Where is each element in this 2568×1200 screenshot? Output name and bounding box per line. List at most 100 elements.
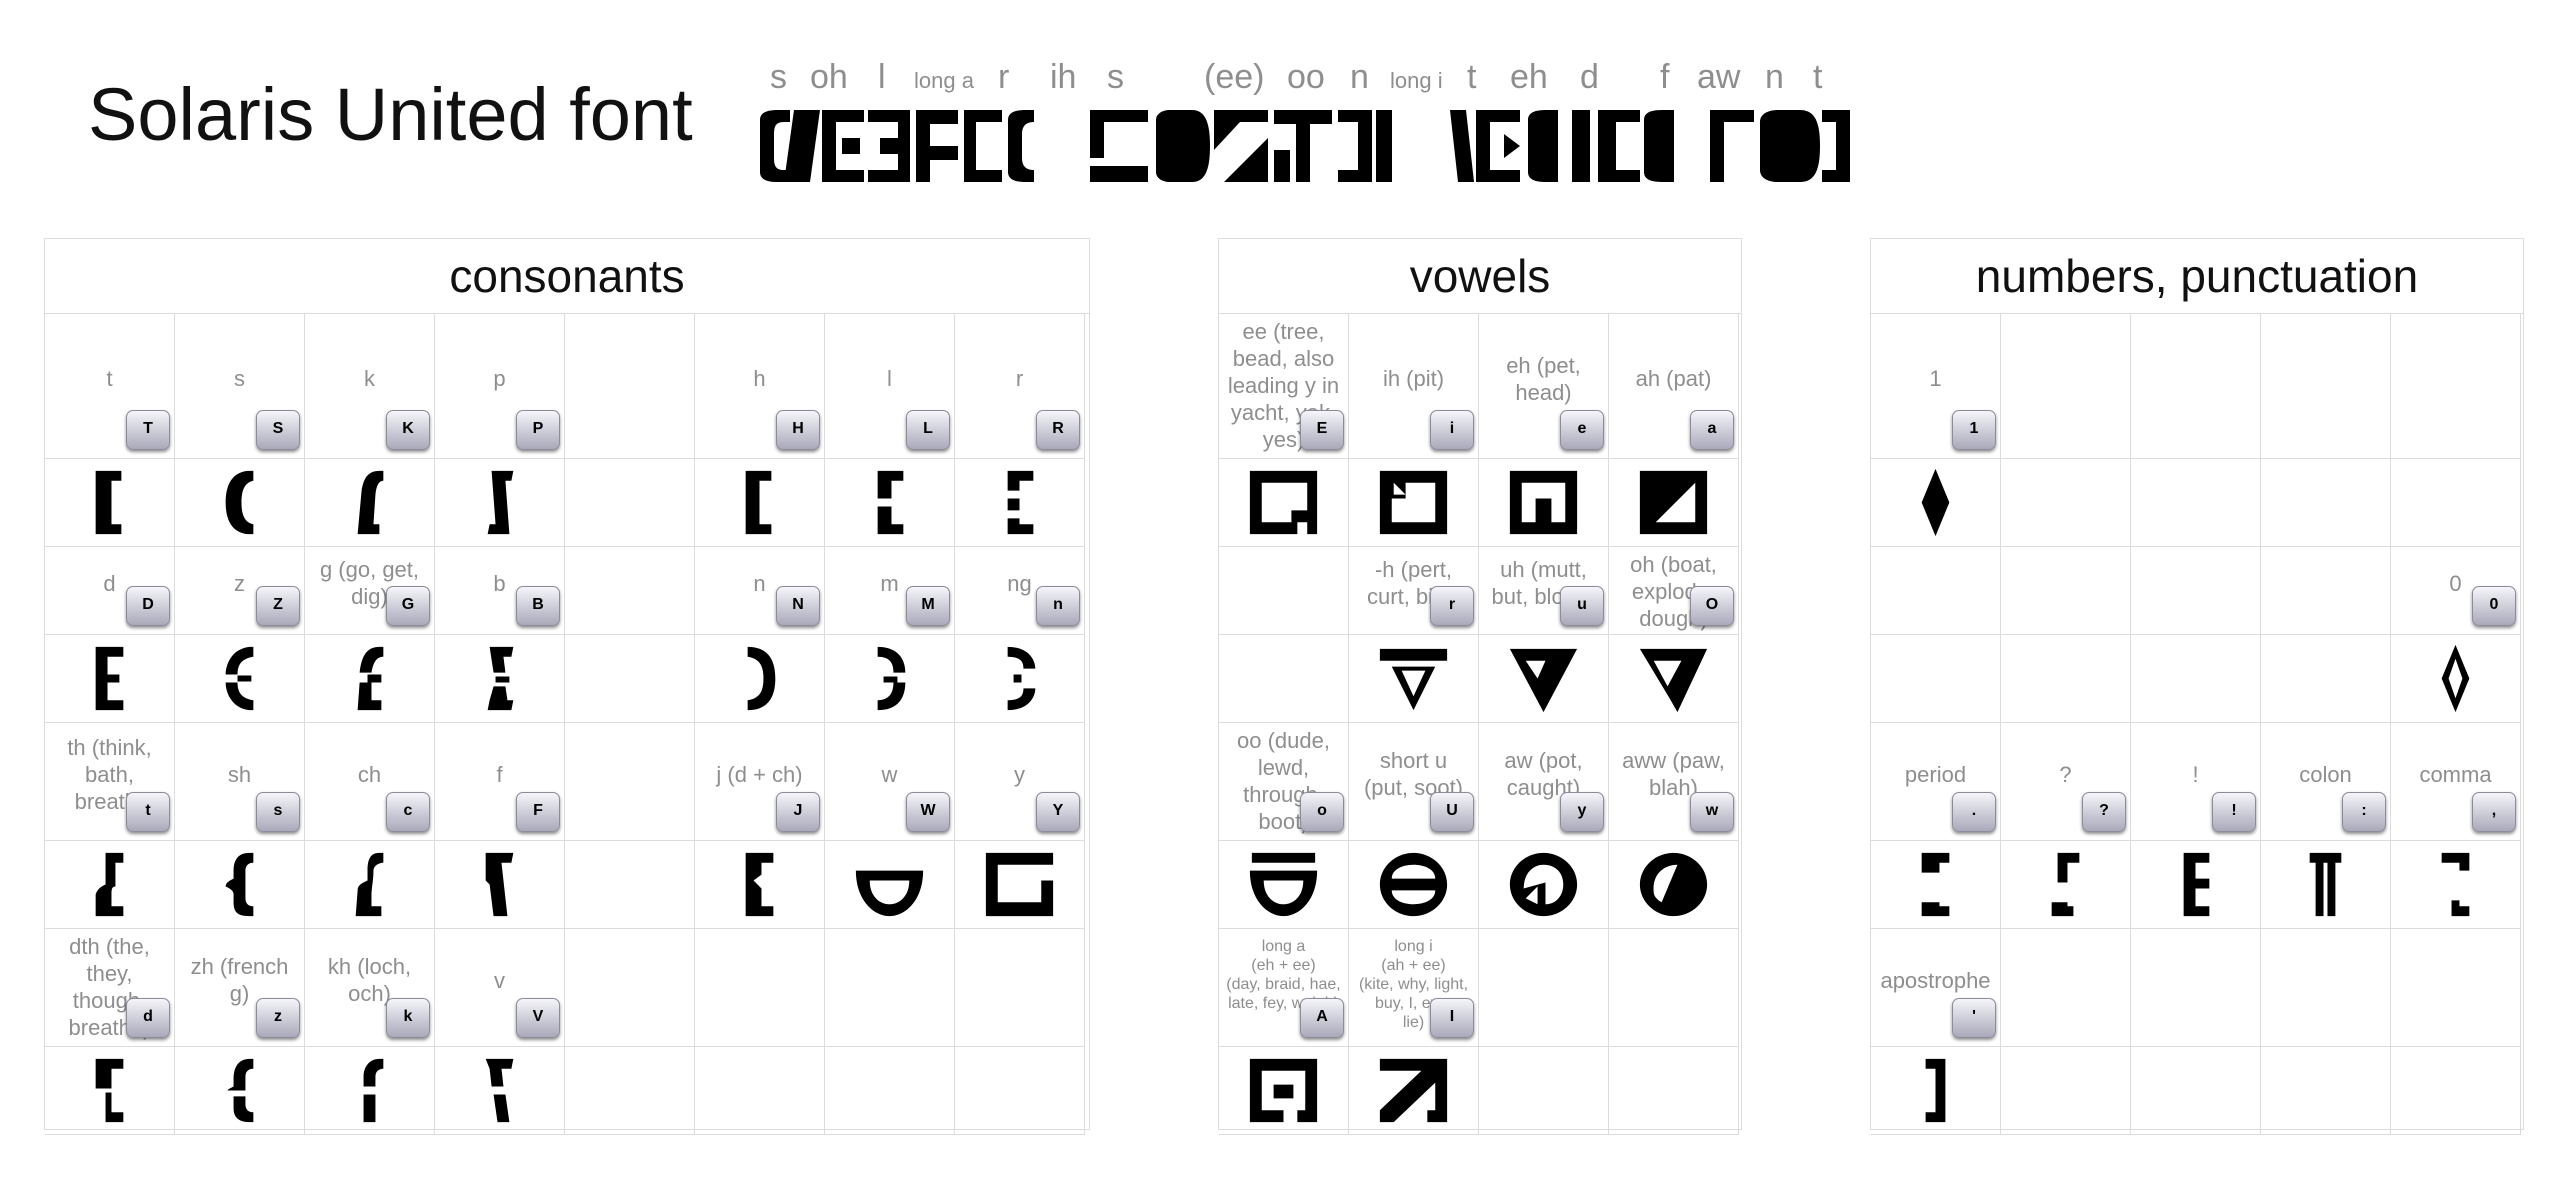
phonetic-label: f bbox=[1660, 58, 1670, 96]
glyph-cell bbox=[1609, 635, 1739, 723]
phonetic-label: ih bbox=[1050, 58, 1077, 96]
keyboard-key-icon: V bbox=[516, 998, 560, 1038]
glyph-v2-icon bbox=[1349, 459, 1478, 546]
glyph-cell bbox=[1219, 841, 1349, 929]
keyboard-key-icon: : bbox=[2342, 792, 2386, 832]
label-cell: ?? bbox=[2001, 723, 2131, 841]
keyboard-key-icon: E bbox=[1300, 410, 1344, 450]
glyph-y1-icon bbox=[1219, 1047, 1348, 1134]
panel-title: numbers, punctuation bbox=[1871, 239, 2523, 314]
label-cell: kK bbox=[305, 314, 435, 459]
phonetic-label: t bbox=[1467, 58, 1477, 96]
vowels-panel: vowels ee (tree, bead, also leading y in… bbox=[1218, 238, 1742, 1135]
glyph-cell bbox=[2261, 459, 2391, 547]
glyph-v1-icon bbox=[1219, 459, 1348, 546]
label-cell: j (d + ch) J bbox=[695, 723, 825, 841]
glyph-v4-icon bbox=[1609, 459, 1738, 546]
numbers-punctuation-panel: numbers, punctuation 1 1 0 0 period.??!! colo… bbox=[1870, 238, 2524, 1135]
glyph-cell bbox=[1479, 841, 1609, 929]
keyboard-key-icon: K bbox=[386, 410, 430, 450]
glyph-cell bbox=[1219, 459, 1349, 547]
glyph-cell bbox=[1219, 635, 1349, 723]
glyph-d6-icon bbox=[825, 635, 954, 722]
label-cell bbox=[2261, 929, 2391, 1047]
glyph-e2-icon bbox=[175, 841, 304, 928]
label-cell: aww (paw, blah) w bbox=[1609, 723, 1739, 841]
glyph-c3-icon bbox=[305, 459, 434, 546]
label-cell: kh (loch, och) k bbox=[305, 929, 435, 1047]
glyph-cell bbox=[305, 841, 435, 929]
glyph-e7-icon bbox=[955, 841, 1084, 928]
sound-label: v bbox=[494, 967, 505, 993]
keyboard-key-icon: M bbox=[906, 586, 950, 626]
glyph-cell bbox=[955, 1047, 1085, 1135]
label-cell: dth (the, they, though, breathe) d bbox=[45, 929, 175, 1047]
glyph-e4-icon bbox=[435, 841, 564, 928]
glyph-e6-icon bbox=[825, 841, 954, 928]
glyph-f2-icon bbox=[175, 1047, 304, 1134]
phonetic-label: (ee) bbox=[1204, 58, 1265, 96]
glyph-cell bbox=[825, 1047, 955, 1135]
label-cell bbox=[1609, 929, 1739, 1047]
glyph-c7-icon bbox=[955, 459, 1084, 546]
glyph-c2-icon bbox=[175, 459, 304, 546]
sound-label: comma bbox=[2419, 761, 2492, 787]
label-cell: g (go, get, dig) G bbox=[305, 547, 435, 635]
sound-label: colon bbox=[2299, 761, 2352, 787]
glyph-cell bbox=[1609, 1047, 1739, 1135]
label-cell bbox=[825, 929, 955, 1047]
keyboard-key-icon: k bbox=[386, 998, 430, 1038]
glyph-cell bbox=[305, 635, 435, 723]
glyph-cell bbox=[1871, 1047, 2001, 1135]
keyboard-key-icon: 1 bbox=[1952, 410, 1996, 450]
glyph-cell bbox=[2261, 635, 2391, 723]
glyph-cell bbox=[955, 841, 1085, 929]
label-cell: ah (pat) a bbox=[1609, 314, 1739, 459]
phonetic-label: eh bbox=[1510, 58, 1548, 96]
glyph-cell bbox=[825, 459, 955, 547]
glyph-w2-icon bbox=[1349, 635, 1478, 722]
glyph-e1-icon bbox=[45, 841, 174, 928]
sound-label: ih (pit) bbox=[1382, 366, 1445, 391]
label-cell: zZ bbox=[175, 547, 305, 635]
glyph-cell bbox=[435, 459, 565, 547]
label-cell: hH bbox=[695, 314, 825, 459]
label-cell: apostrophe ' bbox=[1871, 929, 2001, 1047]
glyph-w4-icon bbox=[1609, 635, 1738, 722]
glyph-cell bbox=[1479, 459, 1609, 547]
sound-label: ? bbox=[2059, 761, 2072, 787]
label-cell: th (think, bath, breath) t bbox=[45, 723, 175, 841]
glyph-cell bbox=[2391, 635, 2521, 723]
label-cell: !! bbox=[2131, 723, 2261, 841]
keyboard-key-icon: Y bbox=[1036, 792, 1080, 832]
glyph-d2-icon bbox=[175, 635, 304, 722]
keyboard-key-icon: H bbox=[776, 410, 820, 450]
label-cell: ih (pit) i bbox=[1349, 314, 1479, 459]
glyph-cell bbox=[45, 841, 175, 929]
sound-label: p bbox=[493, 366, 506, 391]
glyph-cell bbox=[2131, 635, 2261, 723]
keyboard-key-icon: ' bbox=[1952, 998, 1996, 1038]
phonetic-label: r bbox=[998, 58, 1010, 96]
glyph-p1-icon bbox=[1871, 841, 2000, 928]
label-cell: aw (pot, caught) y bbox=[1479, 723, 1609, 841]
keyboard-key-icon: e bbox=[1560, 410, 1604, 450]
label-cell bbox=[2261, 547, 2391, 635]
label-cell: long i (ah + ee) (kite, why, light, buy,… bbox=[1349, 929, 1479, 1047]
glyph-p4-icon bbox=[2261, 841, 2390, 928]
glyph-d5-icon bbox=[695, 635, 824, 722]
glyph-n1-icon bbox=[1871, 459, 2000, 546]
label-cell bbox=[2261, 314, 2391, 459]
phonetic-label: oh bbox=[810, 58, 848, 96]
glyph-cell bbox=[1871, 635, 2001, 723]
keyboard-key-icon: d bbox=[126, 998, 170, 1038]
label-cell bbox=[2001, 547, 2131, 635]
label-cell bbox=[1871, 547, 2001, 635]
glyph-cell bbox=[2391, 841, 2521, 929]
keyboard-key-icon: 0 bbox=[2472, 586, 2516, 626]
phonetic-label: n bbox=[1350, 58, 1369, 96]
keyboard-key-icon: c bbox=[386, 792, 430, 832]
label-cell bbox=[565, 314, 695, 459]
keyboard-key-icon: N bbox=[776, 586, 820, 626]
glyph-c4-icon bbox=[435, 459, 564, 546]
